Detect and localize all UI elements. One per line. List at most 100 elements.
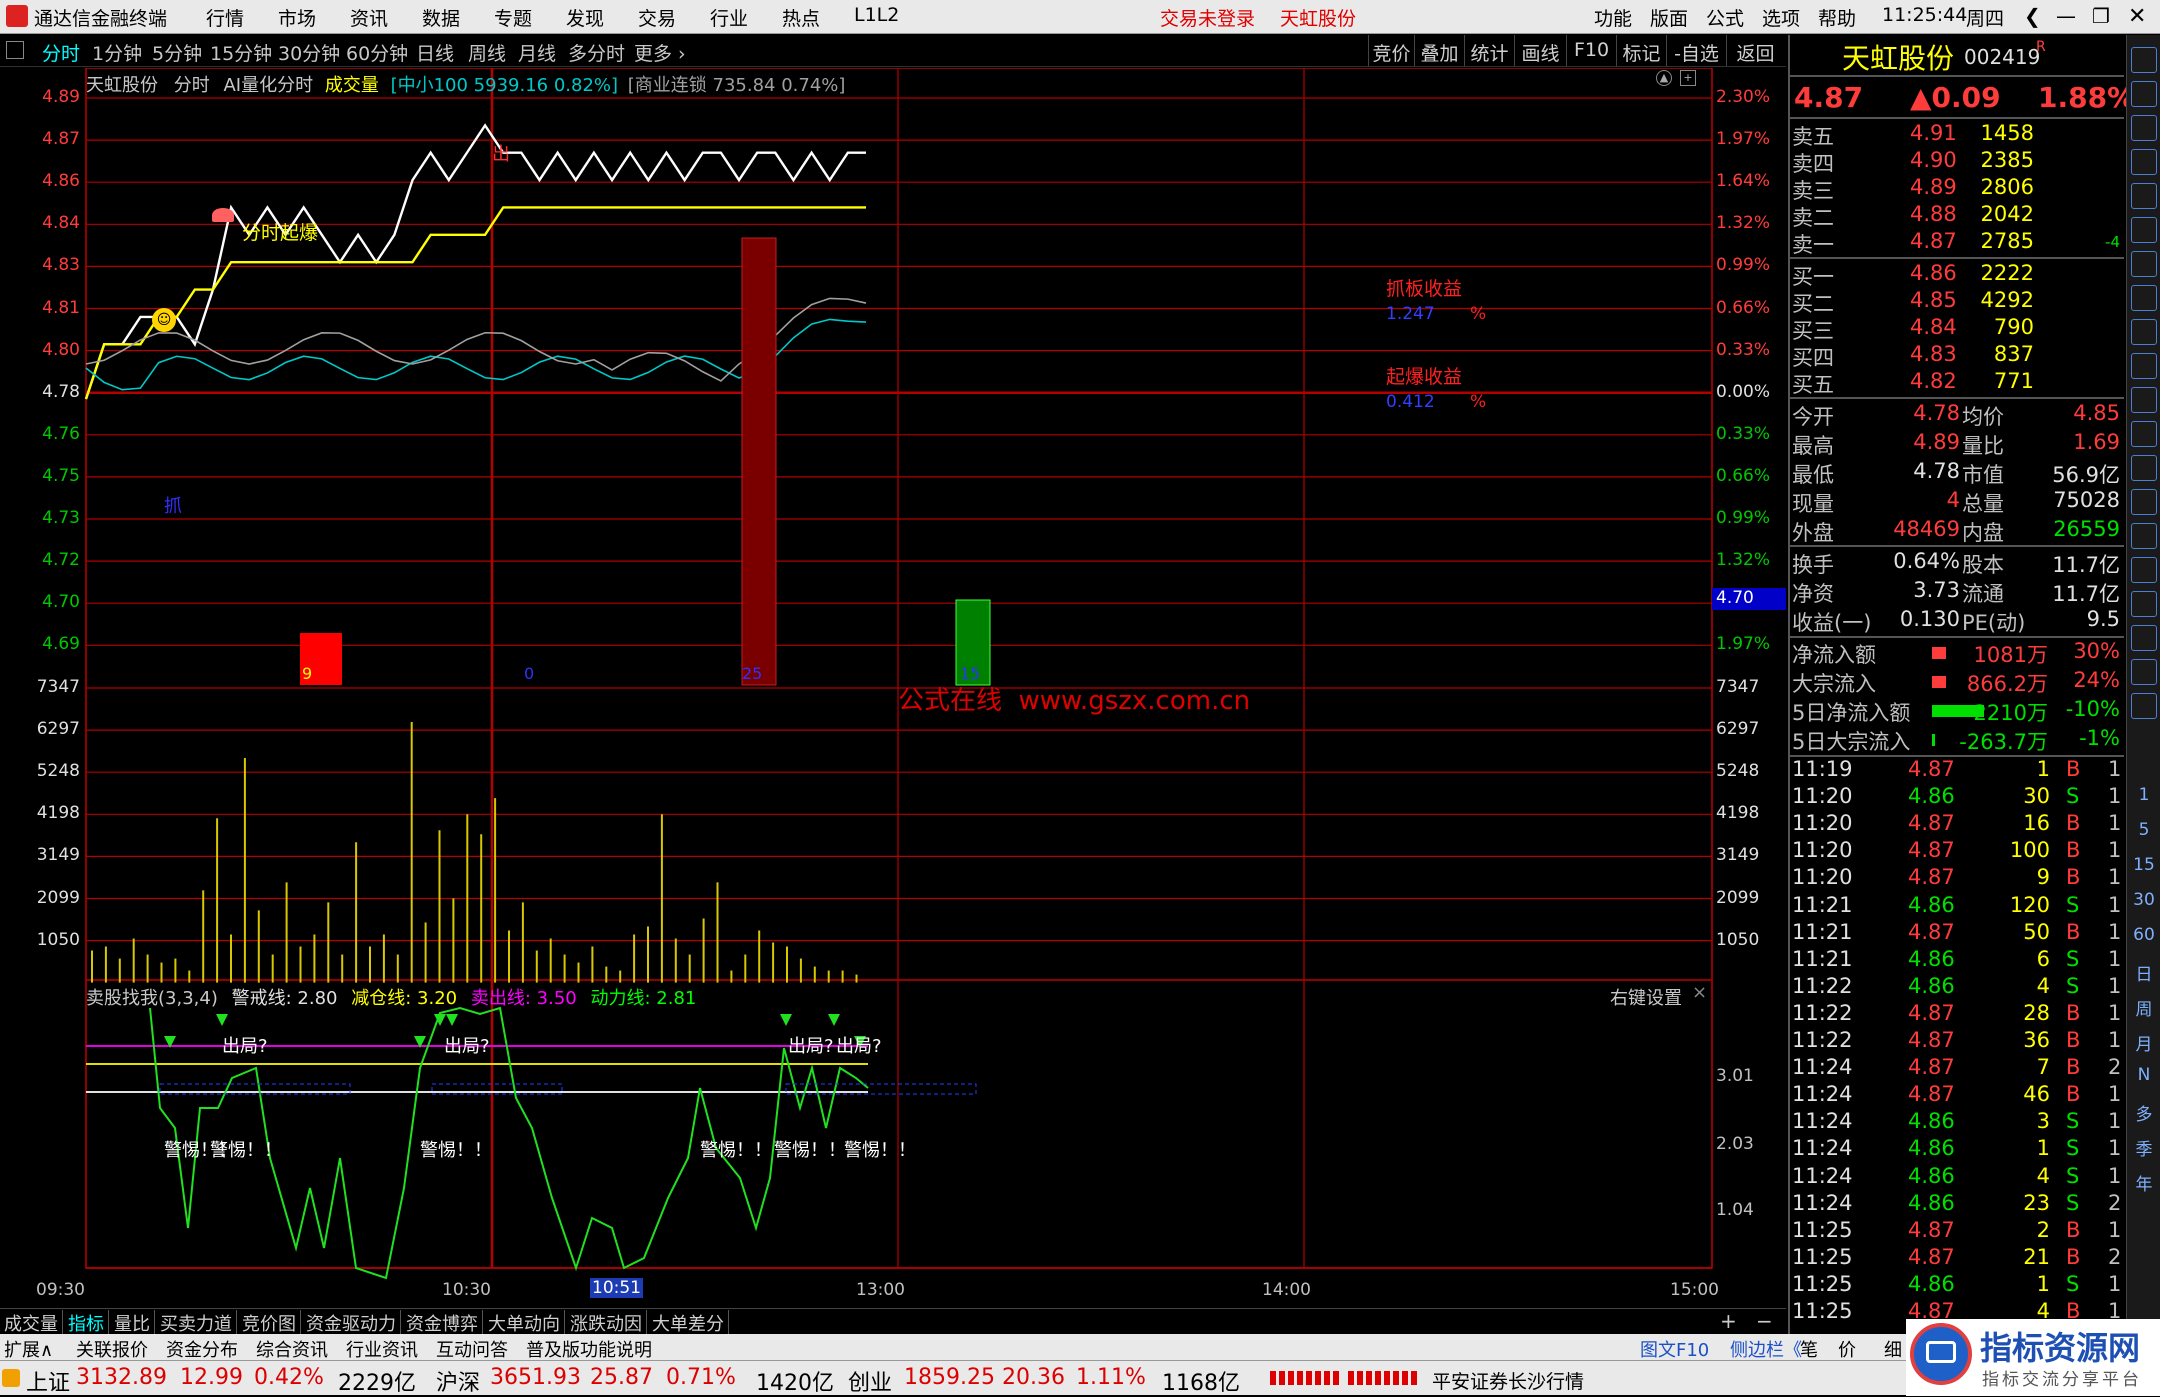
indicator-settings[interactable]: 右键设置 (1610, 984, 1682, 1010)
side-period-label[interactable]: 日 (2127, 960, 2160, 985)
menu-item[interactable]: 发现 (566, 4, 604, 31)
side-period-label[interactable]: 1 (2127, 785, 2160, 805)
link-jia[interactable]: 价 (1838, 1336, 1856, 1362)
tool-button[interactable]: 竞价 (1368, 35, 1414, 66)
tool-button[interactable]: 返回 (1726, 35, 1784, 66)
period-tab[interactable]: 月线 (518, 39, 556, 66)
link-bi[interactable]: 笔 (1800, 1336, 1818, 1362)
menu-item[interactable]: 市场 (278, 4, 316, 31)
tool-button[interactable]: 统计 (1464, 35, 1514, 66)
side-period-label[interactable]: 周 (2127, 995, 2160, 1020)
tool-button[interactable]: -自选 (1666, 35, 1726, 66)
side-tool-icon[interactable] (2131, 47, 2157, 73)
bottom-tab[interactable]: 资金驱动力 (302, 1310, 401, 1335)
side-tool-icon[interactable] (2131, 387, 2157, 413)
zoom-out-icon[interactable]: − (1756, 1309, 1773, 1333)
period-tab[interactable]: 30分钟 (278, 39, 340, 66)
menu-item[interactable]: 专题 (494, 4, 532, 31)
side-tool-icon[interactable] (2131, 421, 2157, 447)
restore-icon[interactable]: ❐ (2092, 4, 2110, 28)
link-item[interactable]: 资金分布 (166, 1336, 238, 1362)
menu-item[interactable]: 行情 (206, 4, 244, 31)
tool-button[interactable]: 标记 (1616, 35, 1666, 66)
tool-button[interactable]: F10 (1566, 35, 1616, 66)
bid-row[interactable]: 买五 4.82 771 (1790, 369, 2124, 397)
side-tool-icon[interactable] (2131, 217, 2157, 243)
link-item[interactable]: 扩展∧ (4, 1336, 53, 1362)
side-tool-icon[interactable] (2131, 693, 2157, 719)
side-tool-icon[interactable] (2131, 81, 2157, 107)
link-item[interactable]: 行业资讯 (346, 1336, 418, 1362)
side-period-label[interactable]: 5 (2127, 820, 2160, 840)
side-tool-icon[interactable] (2131, 149, 2157, 175)
side-tool-icon[interactable] (2131, 353, 2157, 379)
side-period-label[interactable]: 年 (2127, 1170, 2160, 1195)
menu-item[interactable]: 资讯 (350, 4, 388, 31)
ask-row[interactable]: 卖五 4.91 1458 (1790, 121, 2124, 149)
side-period-label[interactable]: 多 (2127, 1100, 2160, 1125)
period-tab[interactable]: 分时 (42, 39, 80, 66)
panel-toggle-icon[interactable] (6, 41, 24, 59)
link-item[interactable]: 综合资讯 (256, 1336, 328, 1362)
zoom-in-icon[interactable]: + (1720, 1309, 1737, 1333)
menu-item[interactable]: 行业 (710, 4, 748, 31)
link-item[interactable]: 互动问答 (436, 1336, 508, 1362)
side-tool-icon[interactable] (2131, 489, 2157, 515)
menu-item[interactable]: 选项 (1762, 4, 1800, 31)
menu-item[interactable]: 版面 (1650, 4, 1688, 31)
bottom-tab[interactable]: 指标 (64, 1310, 109, 1335)
side-tool-icon[interactable] (2131, 659, 2157, 685)
ask-row[interactable]: 卖三 4.89 2806 (1790, 175, 2124, 203)
chart-expand-icon[interactable]: + (1680, 70, 1696, 86)
tool-button[interactable]: 画线 (1514, 35, 1566, 66)
period-tab[interactable]: 多分时 (568, 39, 625, 66)
side-period-label[interactable]: N (2127, 1065, 2160, 1085)
side-period-label[interactable]: 15 (2127, 855, 2160, 875)
trade-status-link[interactable]: 交易未登录 (1160, 4, 1255, 31)
bottom-tab[interactable]: 资金博弈 (402, 1310, 483, 1335)
side-tool-icon[interactable] (2131, 523, 2157, 549)
side-tool-icon[interactable] (2131, 625, 2157, 651)
side-period-label[interactable]: 30 (2127, 890, 2160, 910)
menu-item[interactable]: L1L2 (854, 4, 899, 26)
chart-up-icon[interactable]: ▲ (1656, 70, 1672, 86)
link-f10[interactable]: 图文F10 (1640, 1336, 1709, 1362)
menu-item[interactable]: 数据 (422, 4, 460, 31)
back-arrow-icon[interactable]: ❮ (2024, 4, 2041, 28)
bottom-tab[interactable]: 竞价图 (238, 1310, 301, 1335)
side-tool-icon[interactable] (2131, 557, 2157, 583)
bottom-tab[interactable]: 成交量 (0, 1310, 63, 1335)
bid-row[interactable]: 买四 4.83 837 (1790, 342, 2124, 370)
bottom-tab[interactable]: 大单差分 (648, 1310, 729, 1335)
side-tool-icon[interactable] (2131, 319, 2157, 345)
cy-label[interactable]: 创业 (848, 1365, 892, 1397)
chart-area[interactable]: 天虹股份 分时 AI量化分时 成交量 [中小100 5939.16 0.82%]… (0, 68, 1786, 1308)
bid-row[interactable]: 买二 4.85 4292 (1790, 288, 2124, 316)
side-tool-icon[interactable] (2131, 183, 2157, 209)
close-icon[interactable]: ✕ (2128, 4, 2146, 29)
menu-item[interactable]: 功能 (1594, 4, 1632, 31)
side-tool-icon[interactable] (2131, 115, 2157, 141)
link-sidebar[interactable]: 侧边栏《 (1730, 1336, 1802, 1362)
bottom-tab[interactable]: 买卖力道 (156, 1310, 237, 1335)
bottom-tab[interactable]: 量比 (110, 1310, 155, 1335)
side-period-label[interactable]: 季 (2127, 1135, 2160, 1160)
bid-row[interactable]: 买一 4.86 2222 (1790, 261, 2124, 289)
period-tab[interactable]: 周线 (468, 39, 506, 66)
indicator-title[interactable]: 卖股找我(3,3,4) (86, 988, 218, 1009)
side-tool-icon[interactable] (2131, 285, 2157, 311)
link-xi[interactable]: 细 (1884, 1336, 1902, 1362)
bid-row[interactable]: 买三 4.84 790 (1790, 315, 2124, 343)
period-tab[interactable]: 15分钟 (210, 39, 272, 66)
menu-item[interactable]: 帮助 (1818, 4, 1856, 31)
menu-item[interactable]: 公式 (1706, 4, 1744, 31)
side-tool-icon[interactable] (2131, 591, 2157, 617)
indicator-close-icon[interactable]: × (1692, 982, 1707, 1003)
link-item[interactable]: 普及版功能说明 (526, 1336, 652, 1362)
tool-button[interactable]: 叠加 (1414, 35, 1464, 66)
period-tab[interactable]: 1分钟 (92, 39, 142, 66)
ask-row[interactable]: 卖四 4.90 2385 (1790, 148, 2124, 176)
period-tab[interactable]: 日线 (416, 39, 454, 66)
ask-row[interactable]: 卖一 4.87 2785 -4 (1790, 229, 2124, 257)
side-tool-icon[interactable] (2131, 455, 2157, 481)
